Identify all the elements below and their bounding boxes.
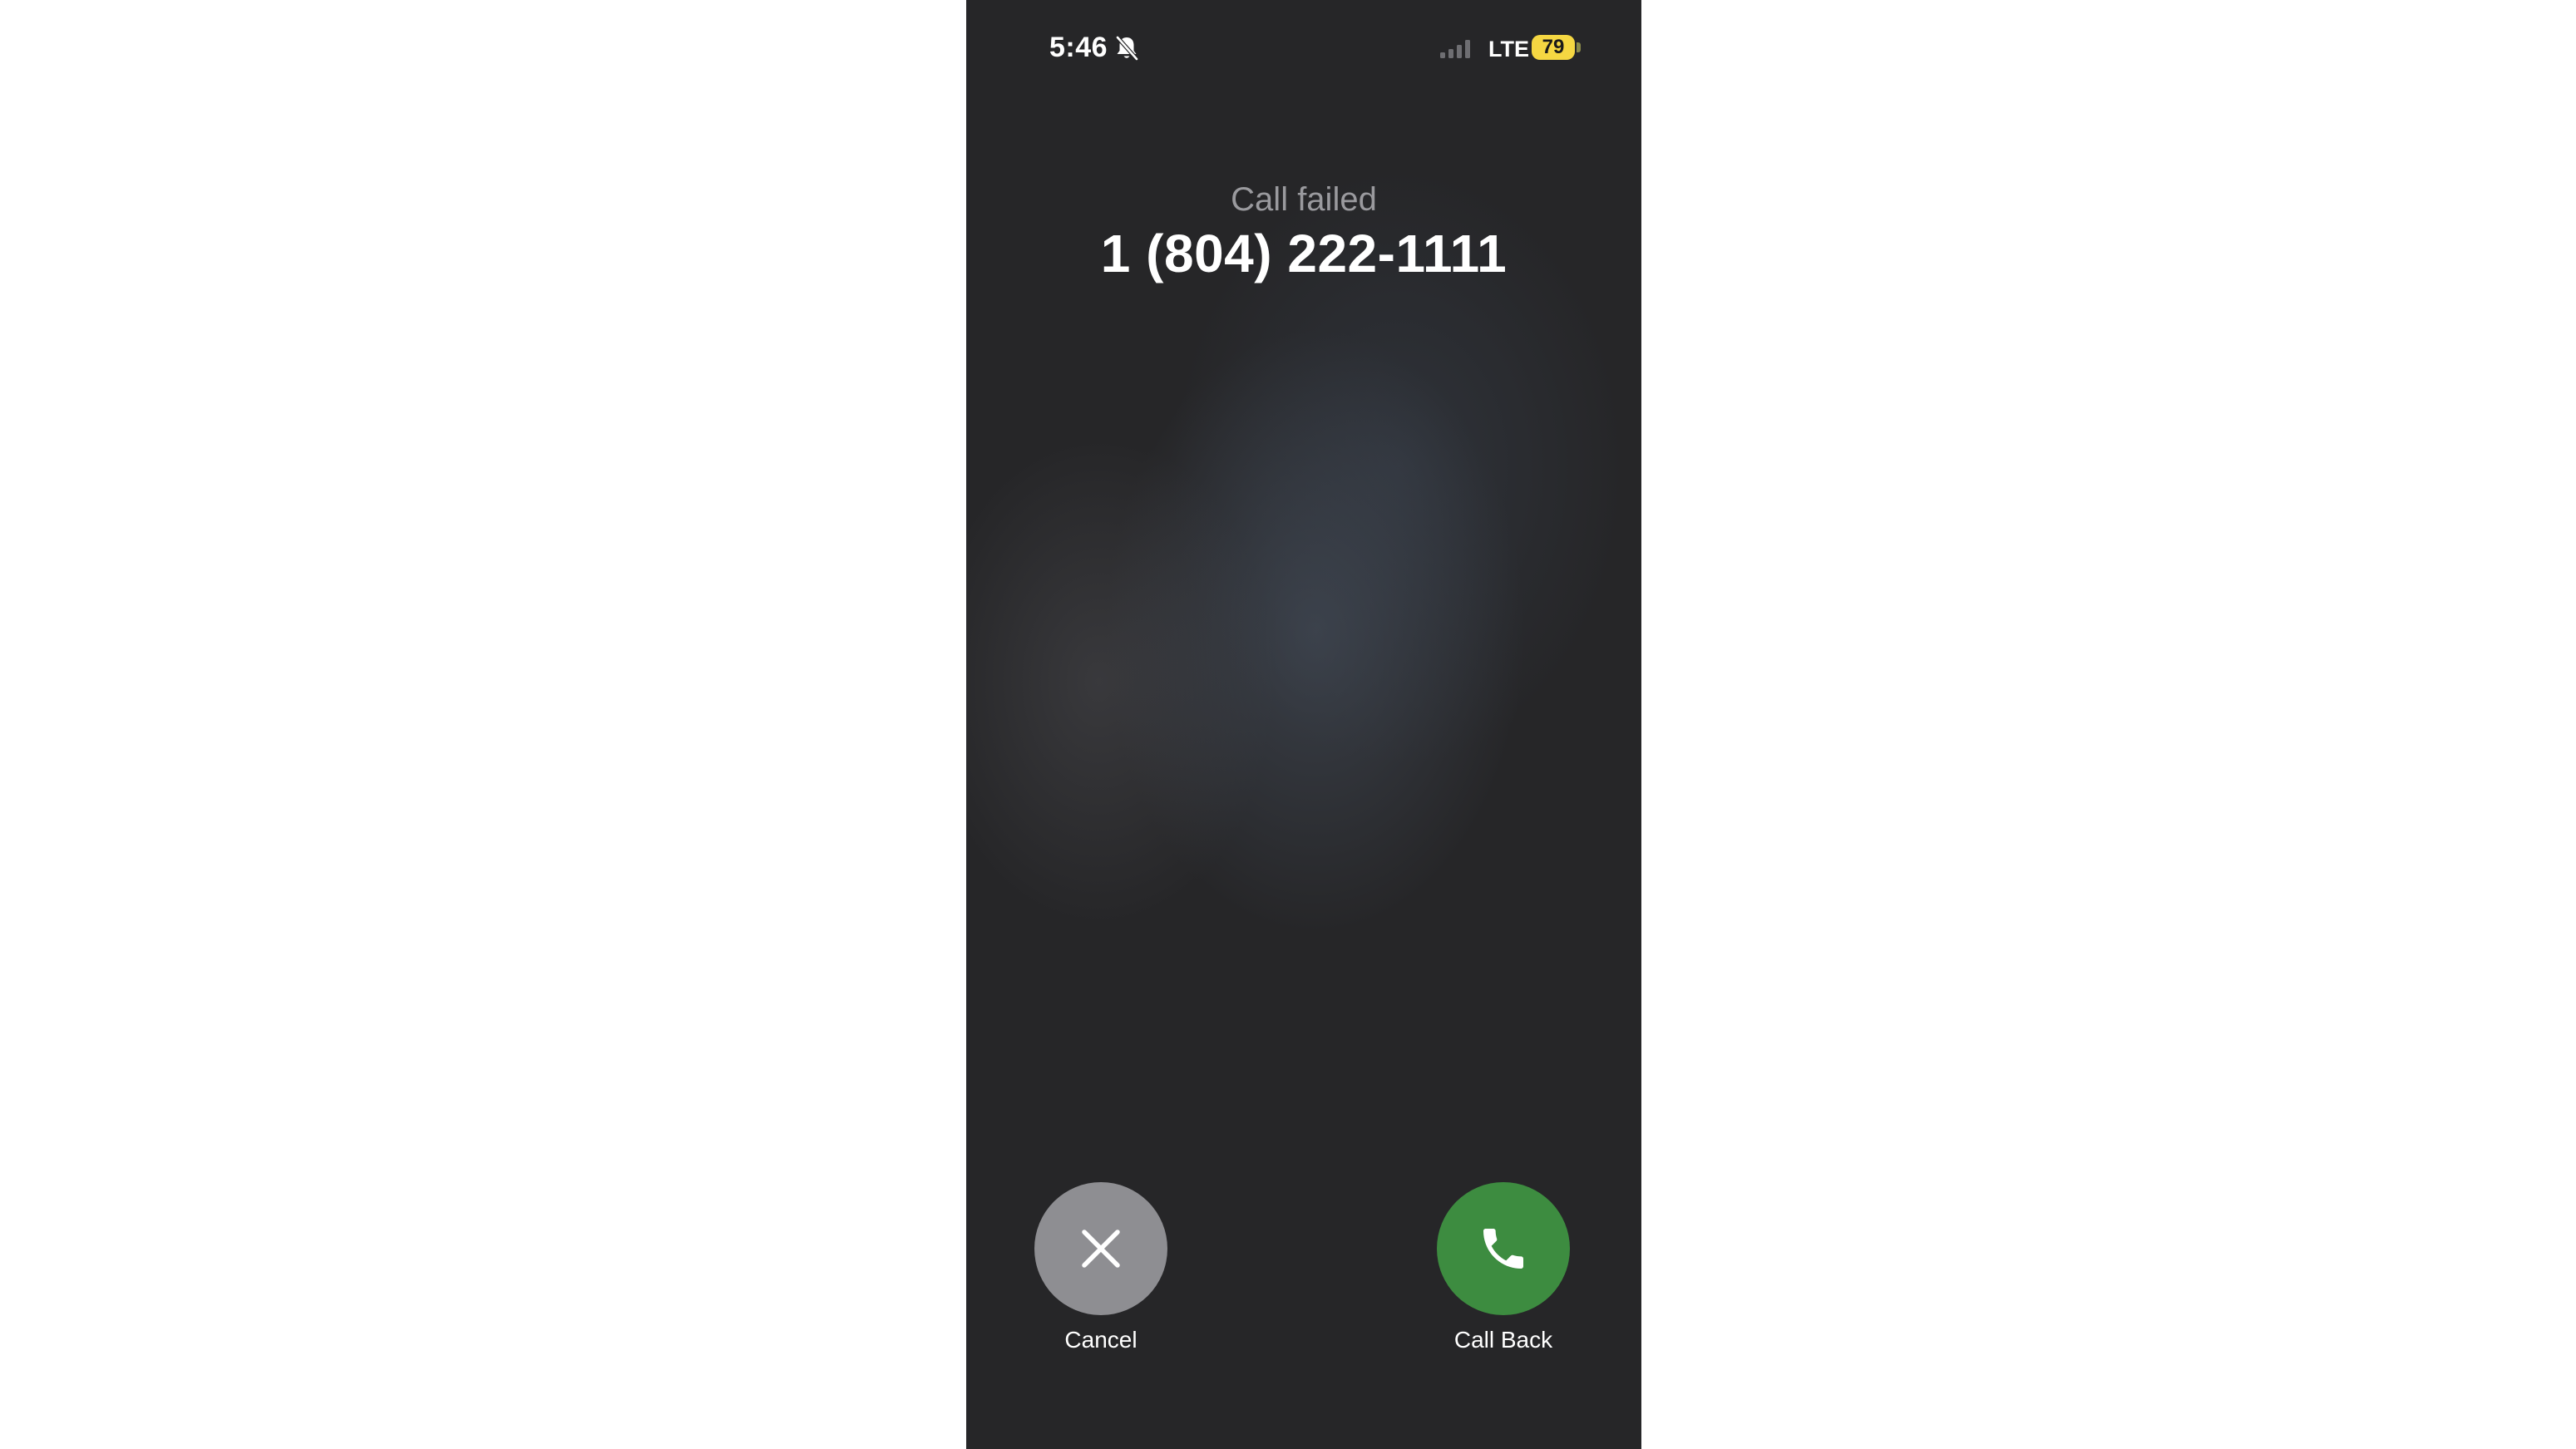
phone-screen: 5:46 LTE 79 Call failed 1 (804) 222-1111 [966, 0, 1641, 1449]
call-status: Call failed [1231, 181, 1377, 218]
status-bar: 5:46 LTE 79 [966, 0, 1641, 100]
phone-icon [1483, 1229, 1523, 1269]
battery-tip [1577, 42, 1581, 52]
cancel-action: Cancel [1001, 1182, 1201, 1353]
network-type: LTE [1488, 37, 1529, 62]
cellular-signal-icon [1439, 38, 1475, 60]
close-icon [1082, 1230, 1120, 1268]
status-time: 5:46 [1049, 32, 1108, 63]
cancel-button[interactable] [1034, 1182, 1167, 1315]
cancel-label: Cancel [1064, 1327, 1137, 1353]
call-back-label: Call Back [1453, 1327, 1553, 1353]
battery-indicator: 79 [1532, 35, 1575, 60]
call-back-action: Call Back [1404, 1182, 1603, 1353]
call-back-button[interactable] [1437, 1182, 1570, 1315]
bell-slash-icon [1114, 35, 1139, 62]
phone-number: 1 (804) 222-1111 [1100, 224, 1508, 283]
